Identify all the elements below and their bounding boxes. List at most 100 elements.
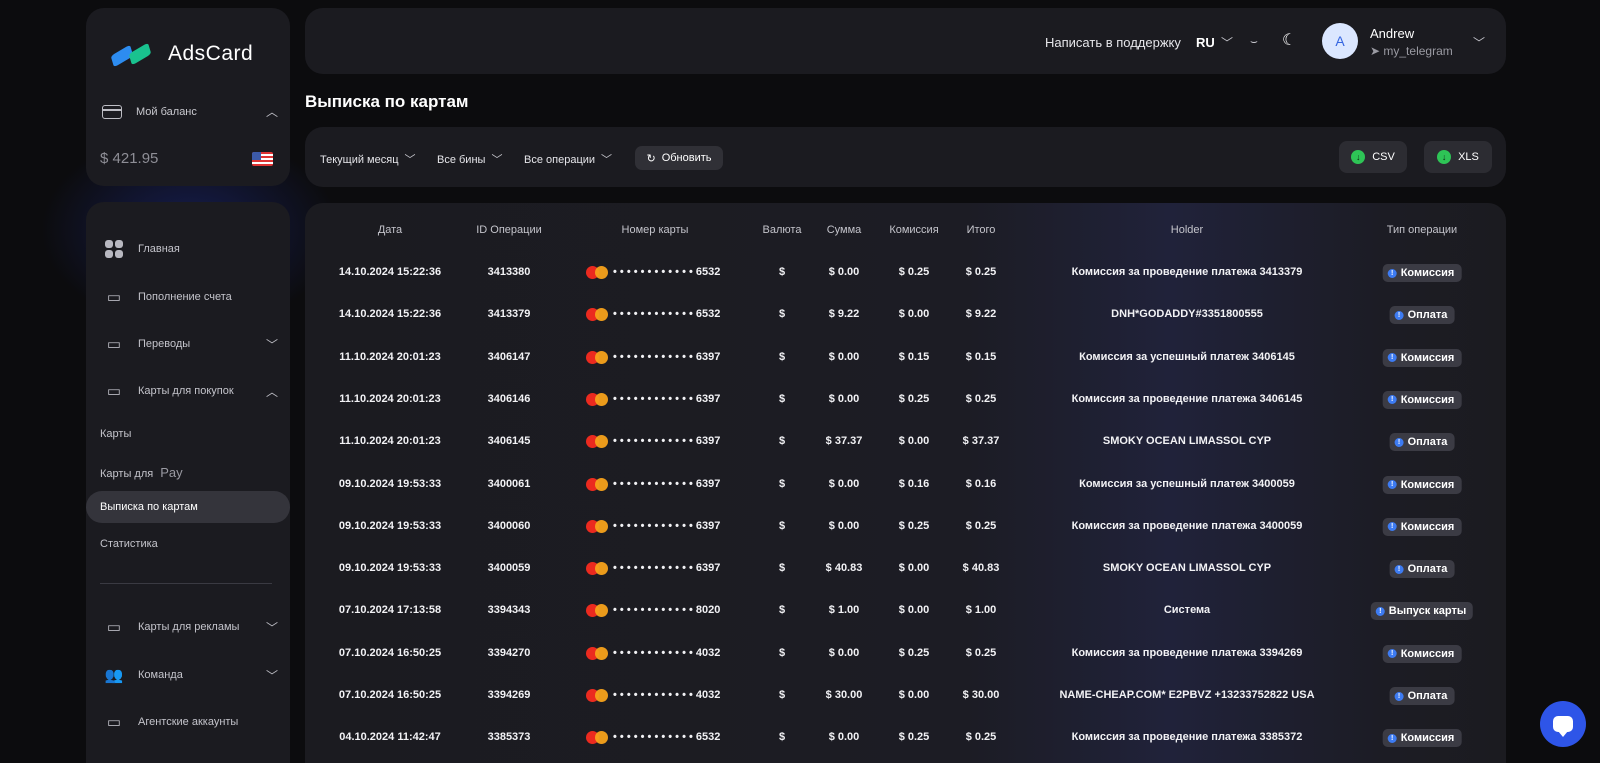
language-selector[interactable]: RU [1196,35,1215,50]
mastercard-icon [586,646,608,660]
cell-card: • • • • • • • • • • • • 6397 [613,477,721,490]
refresh-button[interactable]: ↻ Обновить [635,146,723,170]
mastercard-icon [586,731,608,745]
export-csv-button[interactable]: ↓ CSV [1339,141,1407,173]
cell-date: 09.10.2024 19:53:33 [338,519,442,532]
card-cart-icon: ▭ [106,383,122,400]
cell-total: $ 40.83 [962,562,1000,575]
operation-type-label: Комиссия [1400,520,1455,533]
us-flag-icon[interactable] [252,152,273,166]
hide-eye-icon[interactable]: ⌣ [1250,34,1258,49]
operations-filter[interactable]: Все операции ﹀ [524,151,612,167]
cell-sum: $ 9.22 [828,308,860,321]
sidebar-item-transfers[interactable]: ▭ Переводы ﹀ [104,332,278,356]
sidebar-subitem-applepay-cards[interactable]: Карты для Pay [100,465,183,480]
operation-type-badge: ! Комиссия [1382,517,1462,536]
sidebar-item-purchase-cards[interactable]: ▭ Карты для покупок ︿ [104,379,278,403]
bins-filter[interactable]: Все бины ﹀ [437,151,502,167]
operation-type-label: Оплата [1407,436,1448,449]
sidebar-subitem-card-statement[interactable]: Выписка по картам [86,491,290,523]
sidebar-subitem-statistics[interactable]: Статистика [100,538,158,550]
sidebar-item-label: Главная [138,243,180,255]
user-name: Andrew [1370,26,1415,41]
period-filter[interactable]: Текущий месяц ﹀ [320,151,416,167]
info-icon: ! [1375,606,1385,616]
chevron-down-icon: ﹀ [265,668,278,683]
cell-total: $ 30.00 [962,689,1000,701]
balance-toggle[interactable]: Мой баланс ︿ [102,103,278,120]
table-row[interactable]: 04.10.2024 11:42:47 3385373 $ $ 0.00 $ 0.25 $… [305,718,1506,760]
brand-name: AdsCard [168,42,254,65]
table-row[interactable]: 07.10.2024 17:13:58 3394343 $ $ 1.00 $ 0.00 $… [305,591,1506,633]
chevron-down-icon[interactable]: ﹀ [1473,34,1485,51]
telegram-icon: ➤ [1370,44,1384,58]
operation-type-label: Комиссия [1400,351,1455,364]
cell-holder: Комиссия за проведение платежа 3406145 [1071,392,1303,405]
table-row[interactable]: 11.10.2024 20:01:23 3406147 $ $ 0.00 $ 0.15 $… [305,338,1506,380]
table-row[interactable]: 11.10.2024 20:01:23 3406145 $ $ 37.37 $ 0.00… [305,422,1506,464]
column-header: Валюта [762,224,802,236]
table-row[interactable]: 07.10.2024 16:50:25 3394270 $ $ 0.00 $ 0.25 $… [305,634,1506,676]
sidebar-divider [100,583,272,584]
table-row[interactable]: 07.10.2024 16:50:25 3394269 $ $ 30.00 $ 0.00… [305,676,1506,718]
card-icon: ▭ [106,619,122,636]
sidebar-item-home[interactable]: Главная [104,237,278,261]
column-header: ID Операции [476,224,542,236]
support-link[interactable]: Написать в поддержку [1045,35,1181,50]
sidebar-item-topup[interactable]: ▭ Пополнение счета [104,285,278,309]
operation-type-badge: ! Выпуск карты [1370,602,1474,621]
cell-date: 11.10.2024 20:01:23 [339,392,441,405]
cell-id: 3406146 [487,392,531,405]
column-header: Тип операции [1386,224,1458,236]
cell-date: 11.10.2024 20:01:23 [339,350,441,363]
cell-card: • • • • • • • • • • • • 6397 [613,392,721,405]
operation-type-label: Комиссия [1400,647,1455,660]
chevron-down-icon: ﹀ [265,337,278,352]
table-row[interactable]: 11.10.2024 20:01:23 3406146 $ $ 0.00 $ 0.25 $… [305,380,1506,422]
cell-total: $ 1.00 [965,604,997,617]
sidebar-item-label: Пополнение счета [138,291,232,303]
cell-cur: $ [778,308,786,321]
cell-card: • • • • • • • • • • • • 6397 [613,519,721,532]
moon-icon[interactable]: ☾ [1282,30,1296,50]
chat-icon [1553,716,1573,737]
table-row[interactable]: 09.10.2024 19:53:33 3400061 $ $ 0.00 $ 0.16 $… [305,465,1506,507]
cell-card: • • • • • • • • • • • • 6532 [613,308,721,321]
cell-sum: $ 0.00 [828,266,860,278]
info-icon: ! [1387,649,1397,659]
cell-sum: $ 40.83 [825,562,863,575]
csv-label: CSV [1372,151,1395,163]
chevron-down-icon[interactable]: ﹀ [1221,34,1233,51]
cell-holder: Комиссия за проведение платежа 3413379 [1071,266,1303,278]
sidebar-item-ad-cards[interactable]: ▭ Карты для рекламы ﹀ [104,615,278,639]
chat-button[interactable] [1540,701,1586,747]
avatar[interactable]: A [1322,23,1358,59]
download-icon: ↓ [1437,150,1452,164]
export-xls-button[interactable]: ↓ XLS [1424,141,1492,173]
table-row[interactable]: 09.10.2024 19:53:33 3400060 $ $ 0.00 $ 0.25 $… [305,507,1506,549]
table-row[interactable]: 09.10.2024 19:53:33 3400059 $ $ 40.83 $ 0.00… [305,549,1506,591]
info-icon: ! [1387,733,1397,743]
cell-id: 3413379 [487,308,531,321]
cell-sum: $ 0.00 [828,519,860,532]
sidebar-item-agency-accounts[interactable]: ▭ Агентские аккаунты [104,710,278,734]
table-row[interactable]: 14.10.2024 15:22:36 3413380 $ $ 0.00 $ 0.25 $… [305,253,1506,295]
sidebar-subitem-cards[interactable]: Карты [100,428,131,440]
table-row[interactable]: 14.10.2024 15:22:36 3413379 $ $ 9.22 $ 0.00 $… [305,295,1506,337]
page-title: Выписка по картам [305,92,469,111]
filter-bar: Текущий месяц ﹀ Все бины ﹀ Все операции ﹀ ↻… [305,127,1506,187]
info-icon: ! [1394,691,1404,701]
chevron-down-icon: ﹀ [265,620,278,635]
cell-cur: $ [778,477,786,490]
mastercard-icon [586,350,608,364]
cell-id: 3413380 [487,266,531,278]
sidebar-item-label: Переводы [138,338,191,350]
sidebar-item-team[interactable]: 👥 Команда ﹀ [104,663,278,687]
logo[interactable]: AdsCard [110,42,254,68]
cell-fee: $ 0.00 [898,689,930,701]
cell-card: • • • • • • • • • • • • 6397 [613,350,721,363]
cell-fee: $ 0.25 [898,392,930,405]
mastercard-icon [586,519,608,533]
cell-card: • • • • • • • • • • • • 4032 [613,689,721,701]
mastercard-icon [586,266,608,279]
